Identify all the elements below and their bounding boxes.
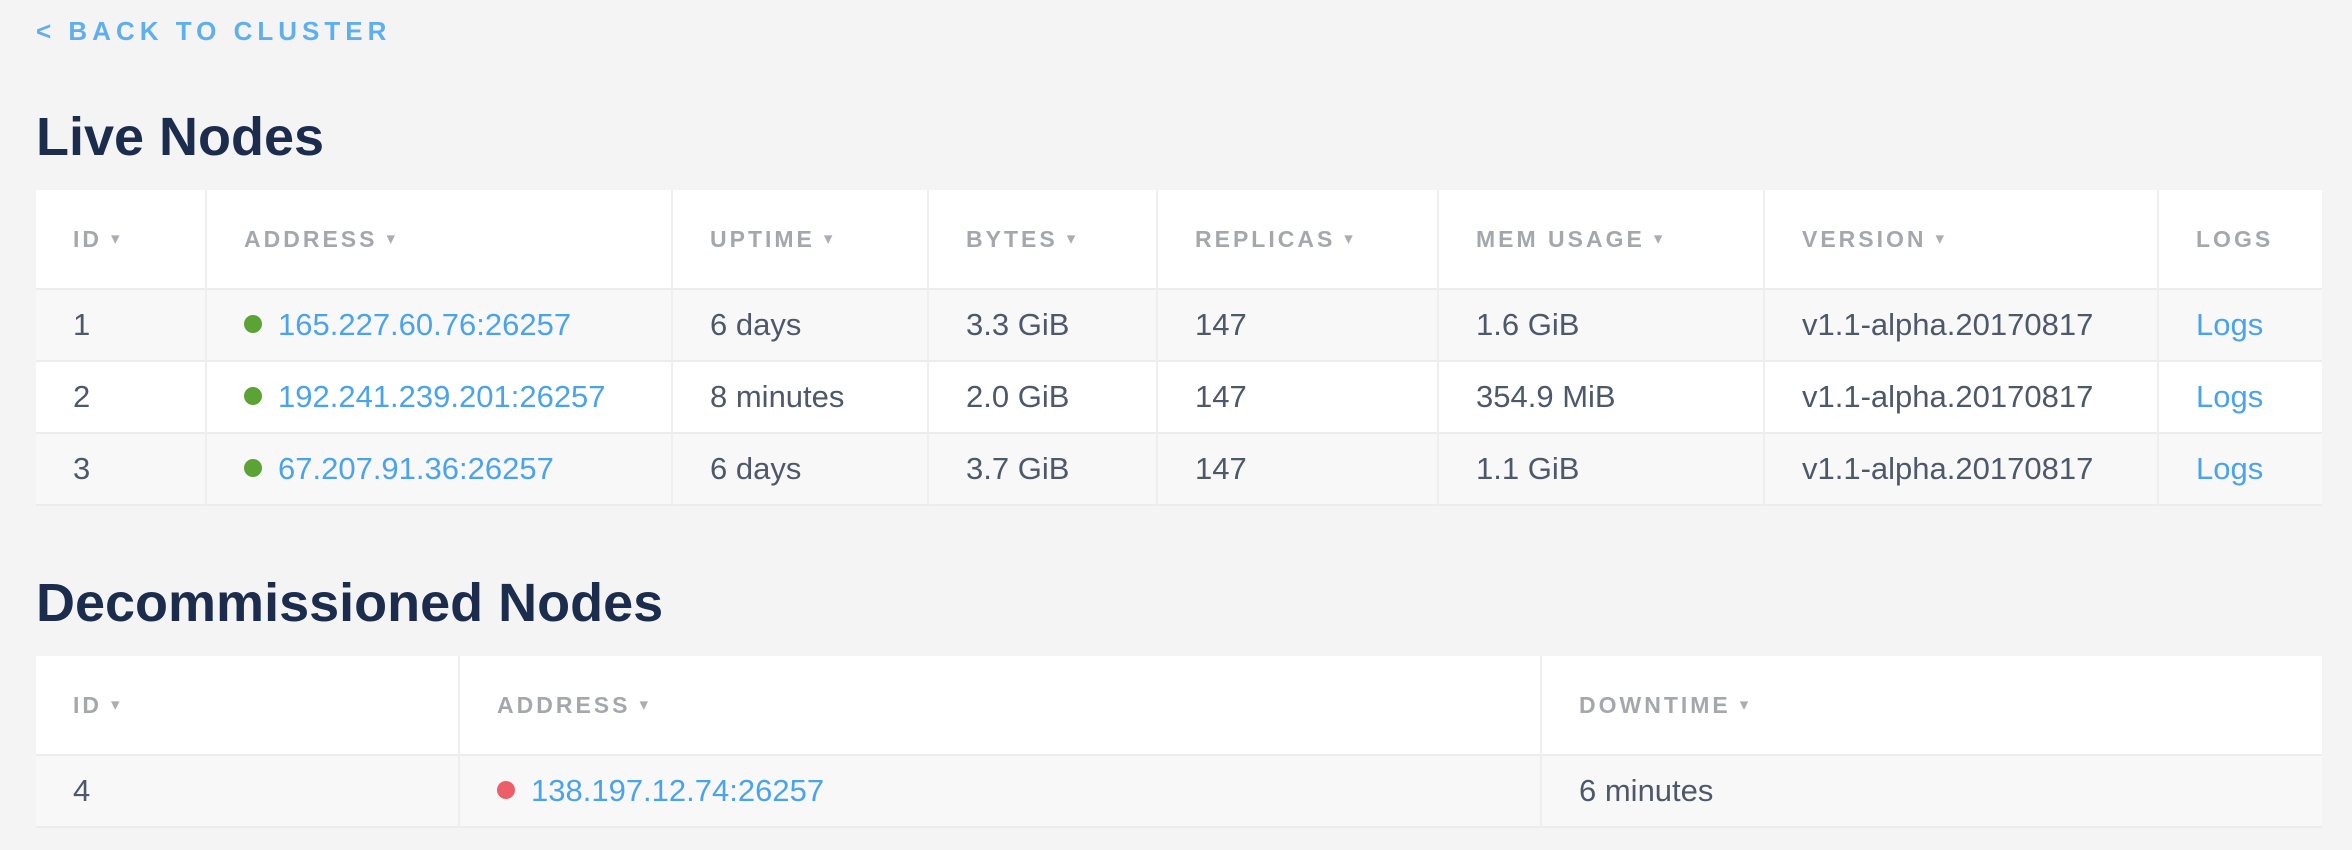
column-header-replicas[interactable]: REPLICAS ▾	[1158, 190, 1439, 290]
column-header-id[interactable]: ID ▾	[36, 656, 460, 756]
sort-arrow-icon: ▾	[639, 695, 651, 714]
sort-arrow-icon: ▾	[111, 229, 123, 248]
node-address-cell: 192.241.239.201:26257	[207, 362, 673, 434]
back-to-cluster-link[interactable]: < BACK TO CLUSTER	[36, 16, 391, 46]
column-header-uptime[interactable]: UPTIME ▾	[673, 190, 929, 290]
node-bytes-cell: 3.7 GiB	[929, 434, 1158, 506]
column-header-label: ADDRESS	[497, 692, 630, 718]
decommissioned-status-dot-icon	[497, 781, 515, 799]
column-header-label: ID	[73, 226, 102, 252]
node-id-cell: 3	[36, 434, 207, 506]
sort-arrow-icon: ▾	[111, 695, 123, 714]
sort-arrow-icon: ▾	[386, 229, 398, 248]
decommissioned-nodes-table: ID ▾ ADDRESS ▾ DOWNTIME ▾ 4 138.197.12.74:2…	[36, 656, 2322, 828]
sort-arrow-icon: ▾	[1740, 695, 1752, 714]
live-nodes-table: ID ▾ ADDRESS ▾ UPTIME ▾ BYTES ▾ REPLICAS ▾ ME…	[36, 190, 2322, 506]
decommissioned-nodes-header-row: ID ▾ ADDRESS ▾ DOWNTIME ▾	[36, 656, 2322, 756]
column-header-label: LOGS	[2196, 226, 2273, 252]
node-uptime-cell: 6 days	[673, 290, 929, 362]
node-address-cell: 138.197.12.74:26257	[460, 756, 1542, 828]
column-header-bytes[interactable]: BYTES ▾	[929, 190, 1158, 290]
live-nodes-header-row: ID ▾ ADDRESS ▾ UPTIME ▾ BYTES ▾ REPLICAS ▾ ME…	[36, 190, 2322, 290]
column-header-label: REPLICAS	[1195, 226, 1335, 252]
table-row: 4 138.197.12.74:26257 6 minutes	[36, 756, 2322, 828]
column-header-label: MEM USAGE	[1476, 226, 1645, 252]
node-replicas-cell: 147	[1158, 290, 1439, 362]
column-header-label: VERSION	[1802, 226, 1927, 252]
sort-arrow-icon: ▾	[824, 229, 836, 248]
column-header-label: ADDRESS	[244, 226, 377, 252]
node-version-cell: v1.1-alpha.20170817	[1765, 290, 2159, 362]
column-header-mem-usage[interactable]: MEM USAGE ▾	[1439, 190, 1765, 290]
column-header-address[interactable]: ADDRESS ▾	[207, 190, 673, 290]
node-mem-usage-cell: 1.6 GiB	[1439, 290, 1765, 362]
logs-link[interactable]: Logs	[2196, 451, 2263, 486]
logs-link[interactable]: Logs	[2196, 307, 2263, 342]
node-uptime-cell: 8 minutes	[673, 362, 929, 434]
live-status-dot-icon	[244, 459, 262, 477]
column-header-label: DOWNTIME	[1579, 692, 1731, 718]
node-bytes-cell: 3.3 GiB	[929, 290, 1158, 362]
node-mem-usage-cell: 1.1 GiB	[1439, 434, 1765, 506]
sort-arrow-icon: ▾	[1344, 229, 1356, 248]
live-status-dot-icon	[244, 387, 262, 405]
sort-arrow-icon: ▾	[1654, 229, 1666, 248]
column-header-downtime[interactable]: DOWNTIME ▾	[1542, 656, 2322, 756]
column-header-label: ID	[73, 692, 102, 718]
node-bytes-cell: 2.0 GiB	[929, 362, 1158, 434]
node-address-link[interactable]: 165.227.60.76:26257	[278, 307, 571, 342]
column-header-label: UPTIME	[710, 226, 815, 252]
node-id-cell: 4	[36, 756, 460, 828]
column-header-label: BYTES	[966, 226, 1058, 252]
node-version-cell: v1.1-alpha.20170817	[1765, 434, 2159, 506]
node-address-cell: 67.207.91.36:26257	[207, 434, 673, 506]
node-id-cell: 2	[36, 362, 207, 434]
sort-arrow-icon: ▾	[1936, 229, 1948, 248]
column-header-id[interactable]: ID ▾	[36, 190, 207, 290]
node-logs-cell: Logs	[2159, 290, 2322, 362]
node-replicas-cell: 147	[1158, 434, 1439, 506]
node-address-cell: 165.227.60.76:26257	[207, 290, 673, 362]
sort-arrow-icon: ▾	[1067, 229, 1079, 248]
nodes-page: < BACK TO CLUSTER Live Nodes ID ▾ ADDRESS…	[0, 0, 2352, 828]
node-address-link[interactable]: 192.241.239.201:26257	[278, 379, 606, 414]
decommissioned-nodes-title: Decommissioned Nodes	[36, 574, 2322, 632]
column-header-version[interactable]: VERSION ▾	[1765, 190, 2159, 290]
node-id-cell: 1	[36, 290, 207, 362]
node-version-cell: v1.1-alpha.20170817	[1765, 362, 2159, 434]
node-logs-cell: Logs	[2159, 434, 2322, 506]
table-row: 2 192.241.239.201:26257 8 minutes 2.0 Gi…	[36, 362, 2322, 434]
column-header-address[interactable]: ADDRESS ▾	[460, 656, 1542, 756]
node-downtime-cell: 6 minutes	[1542, 756, 2322, 828]
live-status-dot-icon	[244, 315, 262, 333]
logs-link[interactable]: Logs	[2196, 379, 2263, 414]
column-header-logs: LOGS	[2159, 190, 2322, 290]
table-row: 3 67.207.91.36:26257 6 days 3.7 GiB 147 …	[36, 434, 2322, 506]
node-logs-cell: Logs	[2159, 362, 2322, 434]
node-replicas-cell: 147	[1158, 362, 1439, 434]
node-address-link[interactable]: 138.197.12.74:26257	[531, 773, 824, 808]
live-nodes-title: Live Nodes	[36, 108, 2322, 166]
node-uptime-cell: 6 days	[673, 434, 929, 506]
table-row: 1 165.227.60.76:26257 6 days 3.3 GiB 147…	[36, 290, 2322, 362]
node-address-link[interactable]: 67.207.91.36:26257	[278, 451, 554, 486]
node-mem-usage-cell: 354.9 MiB	[1439, 362, 1765, 434]
